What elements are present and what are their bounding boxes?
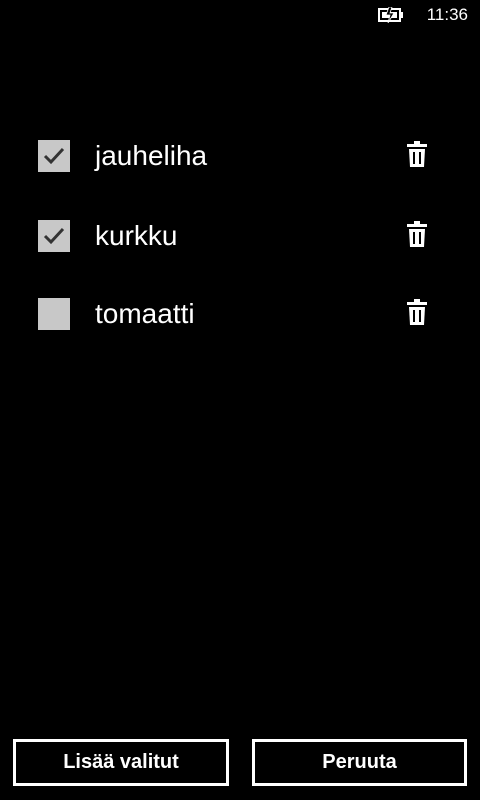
checkmark-icon (43, 227, 65, 245)
item-label: jauheliha (95, 140, 208, 171)
delete-item-button[interactable] (404, 138, 430, 170)
cancel-button[interactable]: Peruuta (252, 739, 467, 786)
list-item: kurkku (0, 208, 480, 268)
item-checkbox[interactable] (38, 298, 70, 330)
status-time: 11:36 (426, 5, 468, 24)
item-checkbox[interactable] (38, 220, 70, 252)
add-selected-button[interactable]: Lisää valitut (13, 739, 229, 786)
delete-item-button[interactable] (404, 296, 430, 328)
trash-icon (407, 221, 427, 247)
delete-item-button[interactable] (404, 218, 430, 250)
battery-charging-icon (378, 6, 404, 24)
list-item: tomaatti (0, 286, 480, 346)
checkmark-icon (43, 147, 65, 165)
trash-icon (407, 299, 427, 325)
list-item: jauheliha (0, 128, 480, 188)
status-bar: 11:36 (0, 0, 480, 32)
trash-icon (407, 141, 427, 167)
item-checkbox[interactable] (38, 140, 70, 172)
item-label: kurkku (95, 220, 178, 251)
item-label: tomaatti (95, 298, 195, 329)
